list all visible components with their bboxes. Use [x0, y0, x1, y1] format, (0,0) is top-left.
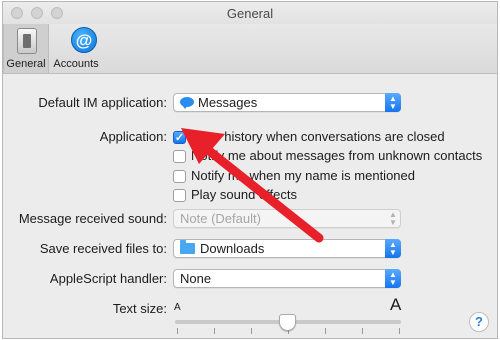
tab-accounts-label: Accounts — [53, 58, 99, 70]
slider-tick — [177, 328, 178, 334]
at-icon: @ — [71, 27, 97, 53]
save-history-label: Save history when conversations are clos… — [191, 129, 445, 144]
tab-general[interactable]: General — [3, 24, 49, 73]
notify-unknown-checkbox[interactable] — [173, 150, 186, 163]
notify-name-checkbox[interactable] — [173, 170, 186, 183]
tab-accounts[interactable]: @ Accounts — [50, 24, 102, 73]
default-im-popup[interactable]: Messages ▲ ▼ — [173, 93, 401, 112]
slider-tick — [251, 328, 252, 334]
notify-unknown-label: Notify me about messages from unknown co… — [191, 148, 483, 163]
messages-icon — [180, 97, 194, 109]
title-bar: General — [3, 2, 497, 24]
default-im-value: Messages — [198, 95, 258, 110]
slider-tick — [214, 328, 215, 334]
text-size-small-label: A — [174, 302, 181, 313]
general-pane: Default IM application: Messages ▲ ▼ Appl… — [3, 75, 497, 338]
slider-tick — [325, 328, 326, 334]
window-title: General — [226, 6, 274, 21]
chevron-updown-icon: ▲ ▼ — [385, 239, 401, 258]
tab-general-label: General — [6, 58, 46, 70]
text-size-large-label: A — [390, 295, 402, 314]
play-sound-checkbox[interactable] — [173, 189, 186, 202]
save-files-value: Downloads — [200, 241, 265, 256]
text-size-label: Text size: — [112, 301, 167, 316]
save-files-label: Save received files to: — [39, 241, 167, 256]
chevron-updown-icon: ▲ ▼ — [385, 93, 401, 112]
play-sound-label: Play sound effects — [191, 187, 297, 202]
switch-icon — [17, 28, 37, 54]
slider-tick — [399, 328, 400, 334]
application-label: Application: — [99, 129, 167, 144]
applescript-value: None — [180, 271, 212, 286]
help-button[interactable]: ? — [469, 312, 489, 332]
applescript-popup[interactable]: None ▲ ▼ — [173, 269, 401, 288]
save-files-popup[interactable]: Downloads ▲ ▼ — [173, 239, 401, 258]
notify-name-label: Notify me when my name is mentioned — [191, 168, 415, 183]
preferences-window: General General @ Accounts Default IM ap… — [2, 1, 498, 339]
chevron-updown-icon: ▲ ▼ — [389, 210, 397, 227]
sound-popup[interactable]: Note (Default) ▲ ▼ — [173, 209, 401, 228]
sound-value: Note (Default) — [180, 211, 261, 226]
slider-tick — [362, 328, 363, 334]
preferences-toolbar: General @ Accounts — [3, 24, 497, 74]
applescript-label: AppleScript handler: — [49, 271, 167, 286]
chevron-updown-icon: ▲ ▼ — [385, 269, 401, 288]
default-im-label: Default IM application: — [38, 95, 167, 110]
folder-icon — [180, 240, 195, 254]
text-size-slider-thumb[interactable] — [279, 314, 296, 331]
sound-label: Message received sound: — [18, 211, 167, 226]
save-history-checkbox[interactable]: ✓ — [173, 131, 186, 144]
